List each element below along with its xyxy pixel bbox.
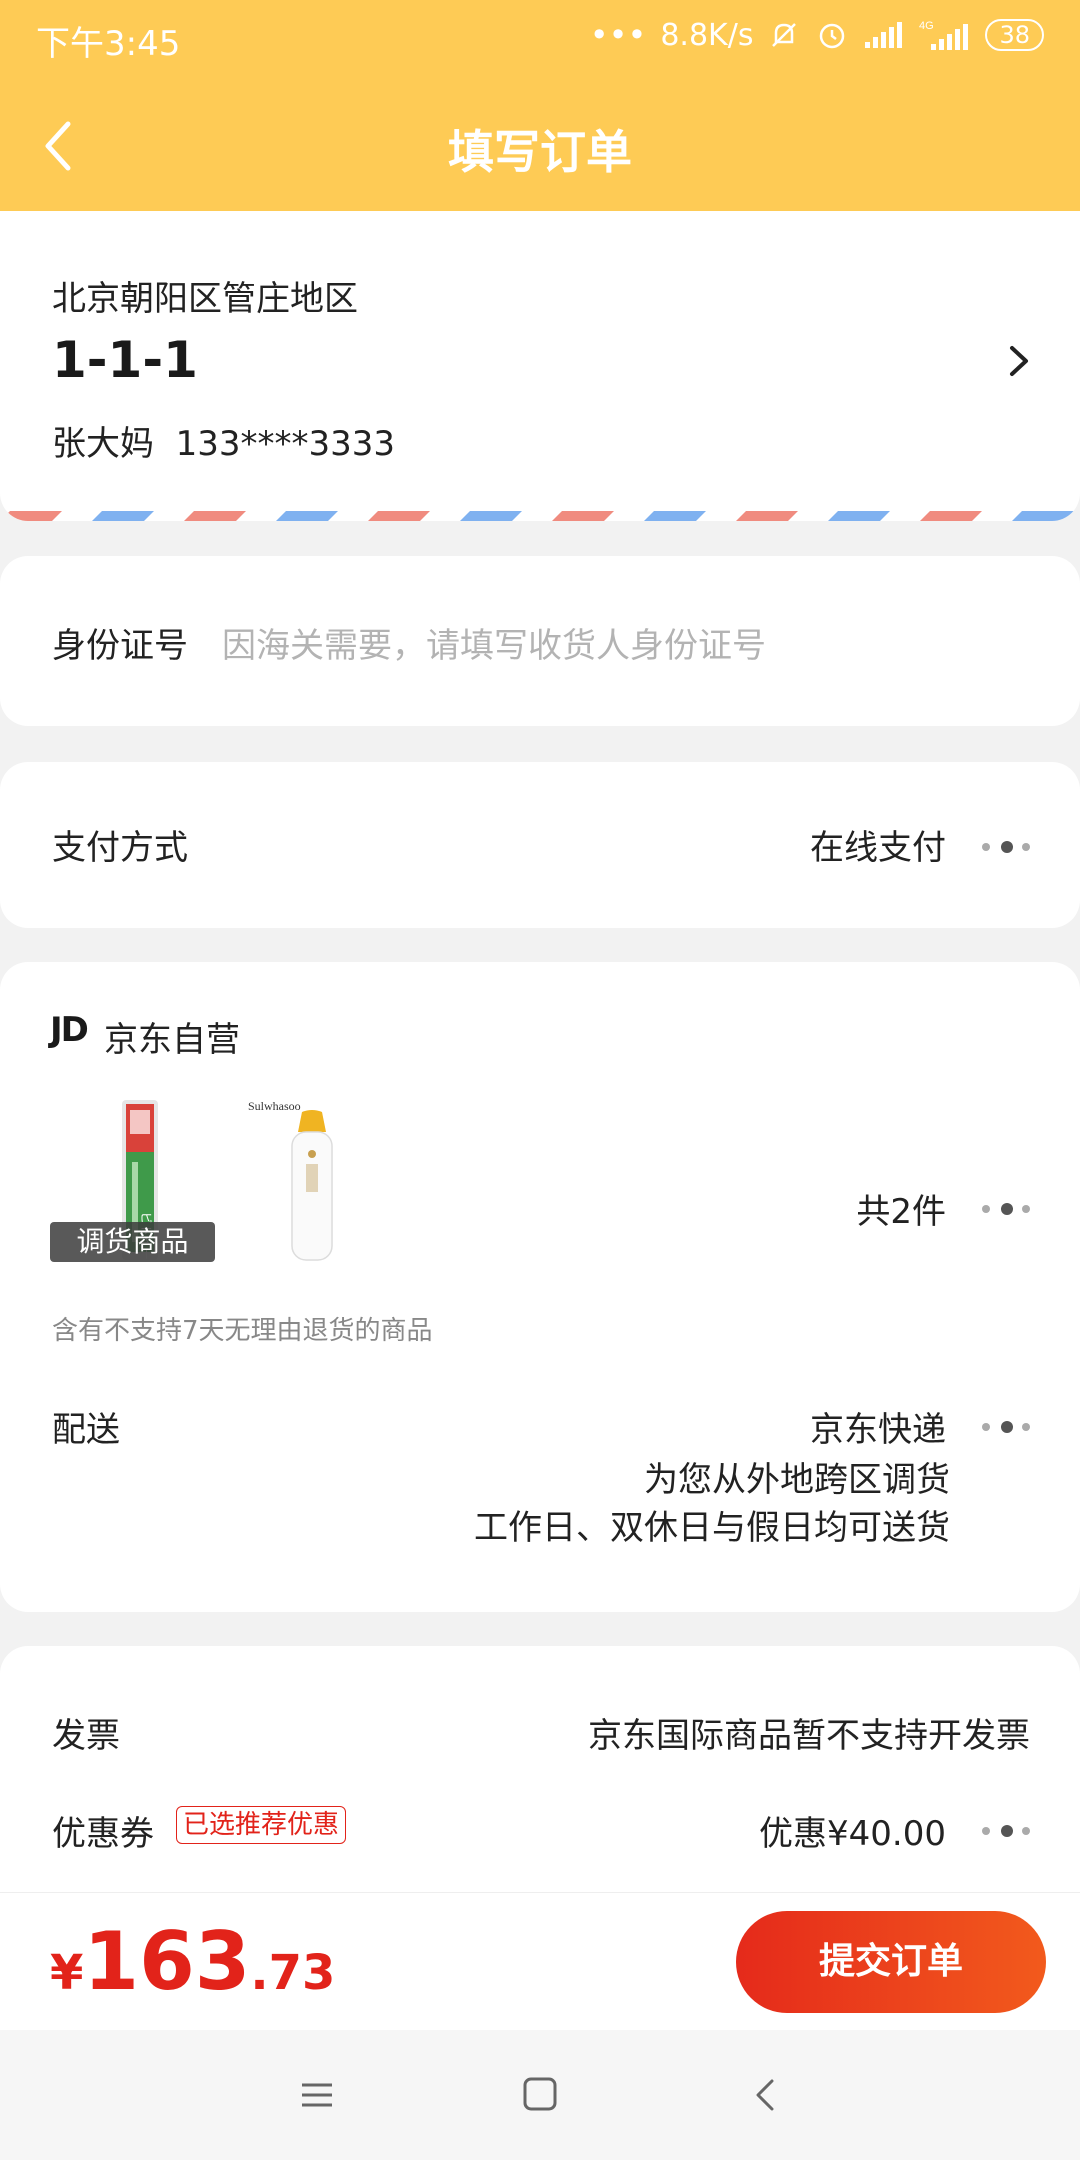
status-time: 下午3:45 [36,24,181,64]
system-nav-bar [0,2030,1080,2160]
more-dots-icon[interactable] [982,1420,1030,1434]
signal-icon [865,22,903,48]
delivery-carrier[interactable]: 京东快递 [810,1402,946,1451]
more-dots-icon[interactable] [982,840,1030,854]
item-count[interactable]: 共2件 [856,1184,946,1233]
receiver-name: 张大妈 [52,424,154,464]
delivery-transfer-note: 为您从外地跨区调货 [644,1460,950,1500]
payment-label: 支付方式 [52,828,188,868]
chevron-right-icon[interactable] [1006,336,1032,386]
signal-type: 4G [919,20,934,32]
address-detail: 1-1-1 [52,331,198,389]
coupon-badge: 已选推荐优惠 [176,1806,347,1844]
delivery-label: 配送 [52,1410,120,1450]
sulwhasoo-product-image[interactable]: Sulwhasoo [226,1092,386,1262]
total-price: ¥163.73 [50,1915,335,2008]
menu-icon[interactable] [292,2075,342,2115]
signal-4g-icon: 4G [919,20,969,50]
address-contact: 张大妈 133****3333 [52,416,395,465]
price-integer: 163 [83,1915,251,2008]
transfer-goods-tag: 调货商品 [50,1222,215,1262]
shop-name: 京东自营 [104,1020,240,1060]
id-number-label: 身份证号 [52,626,188,666]
home-square-icon[interactable] [515,2075,565,2115]
nav-back-icon[interactable] [742,2075,792,2115]
status-icons: ••• 8.8K/s 4G 38 [590,16,1044,54]
more-dots-icon: ••• [589,16,647,54]
checkout-bar: ¥163.73 提交订单 [0,1892,1080,2031]
page-title: 填写订单 [448,125,632,179]
address-card[interactable]: 北京朝阳区管庄地区 1-1-1 张大妈 133****3333 [0,211,1080,521]
delivery-schedule-note: 工作日、双休日与假日均可送货 [474,1508,950,1548]
more-dots-icon[interactable] [982,1202,1030,1216]
more-dots-icon[interactable] [982,1824,1030,1838]
price-symbol: ¥ [50,1945,84,2001]
price-decimal: .73 [250,1945,336,2001]
submit-order-button[interactable]: 提交订单 [736,1911,1046,2013]
net-speed: 8.8K/s [660,17,754,53]
sulwhasoo-brand: Sulwhasoo [248,1099,301,1113]
id-number-card: 身份证号 因海关需要，请填写收货人身份证号 [0,556,1080,726]
header: 下午3:45 ••• 8.8K/s 4G 38 填写订单 [0,0,1080,211]
airmail-border [0,511,1080,521]
coupon-label: 优惠券 [52,1814,154,1854]
payment-card[interactable]: 支付方式 在线支付 [0,762,1080,928]
navbar: 填写订单 [0,96,1080,196]
invoice-value: 京东国际商品暂不支持开发票 [588,1716,1030,1756]
battery-indicator: 38 [985,19,1044,51]
alarm-icon [820,23,845,49]
invoice-label: 发票 [52,1716,120,1756]
shop-card: JD 京东自营 ビトイーン Sulwhasoo 调货商品 共2件 含有不支持7天… [0,962,1080,1612]
return-policy-notice: 含有不支持7天无理由退货的商品 [52,1316,433,1346]
id-number-input[interactable]: 因海关需要，请填写收货人身份证号 [222,618,766,667]
receiver-phone: 133****3333 [175,424,396,464]
jd-logo: JD [50,1010,89,1050]
coupon-value[interactable]: 优惠¥40.00 [759,1806,946,1855]
status-bar: 下午3:45 ••• 8.8K/s 4G 38 [0,0,1080,76]
payment-value: 在线支付 [810,828,946,868]
mute-icon [772,23,797,47]
address-region: 北京朝阳区管庄地区 [52,279,358,319]
